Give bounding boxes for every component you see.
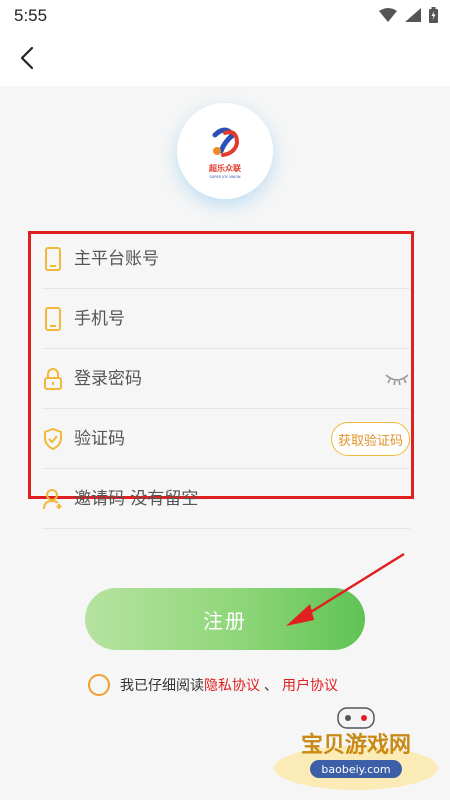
app-logo: 超乐众联 SUPER JOY UNION: [177, 103, 273, 199]
eye-closed-icon[interactable]: [384, 371, 410, 387]
logo-text: 超乐众联: [208, 163, 241, 173]
annotation-arrow-icon: [286, 552, 405, 626]
code-row: 获取验证码: [42, 410, 410, 469]
user-add-icon: [42, 486, 64, 512]
agreement-prefix: 我已仔细阅读: [120, 678, 204, 694]
shield-check-icon: [42, 426, 64, 452]
invite-input[interactable]: [74, 489, 410, 509]
phone-icon: [42, 246, 64, 272]
account-input[interactable]: [74, 249, 410, 269]
watermark-title: 宝贝游戏网: [301, 732, 411, 758]
lock-icon: [42, 366, 64, 392]
phone-input[interactable]: [74, 309, 410, 329]
password-row: [42, 350, 410, 409]
agreement-separator: 、: [264, 678, 278, 694]
phone-icon: [42, 306, 64, 332]
status-icons: [379, 7, 438, 23]
get-code-button[interactable]: 获取验证码: [330, 422, 410, 456]
status-time: 5:55: [14, 6, 48, 25]
phone-row: [42, 290, 410, 349]
privacy-link[interactable]: 隐私协议: [204, 675, 260, 695]
account-row: [42, 230, 410, 289]
agree-radio[interactable]: [88, 674, 110, 696]
battery-icon: [429, 7, 438, 23]
signal-icon: [405, 8, 421, 22]
code-input[interactable]: [74, 429, 331, 449]
watermark-url: baobeiy.com: [321, 763, 390, 776]
status-bar: 5:55: [0, 0, 450, 32]
back-arrow-icon[interactable]: [14, 44, 42, 72]
wifi-icon: [379, 8, 397, 22]
logo-subtext: SUPER JOY UNION: [209, 175, 240, 179]
watermark-logo: 宝贝游戏网 baobeiy.com: [274, 707, 438, 790]
invite-row: [42, 470, 410, 529]
logo-graphic: 超乐众联 SUPER JOY UNION: [208, 127, 241, 179]
agreement-line: 我已仔细阅读 隐私协议 、 用户协议: [88, 674, 338, 696]
user-agreement-link[interactable]: 用户协议: [282, 675, 338, 695]
password-input[interactable]: [74, 369, 384, 389]
nav-bar: [0, 32, 450, 86]
